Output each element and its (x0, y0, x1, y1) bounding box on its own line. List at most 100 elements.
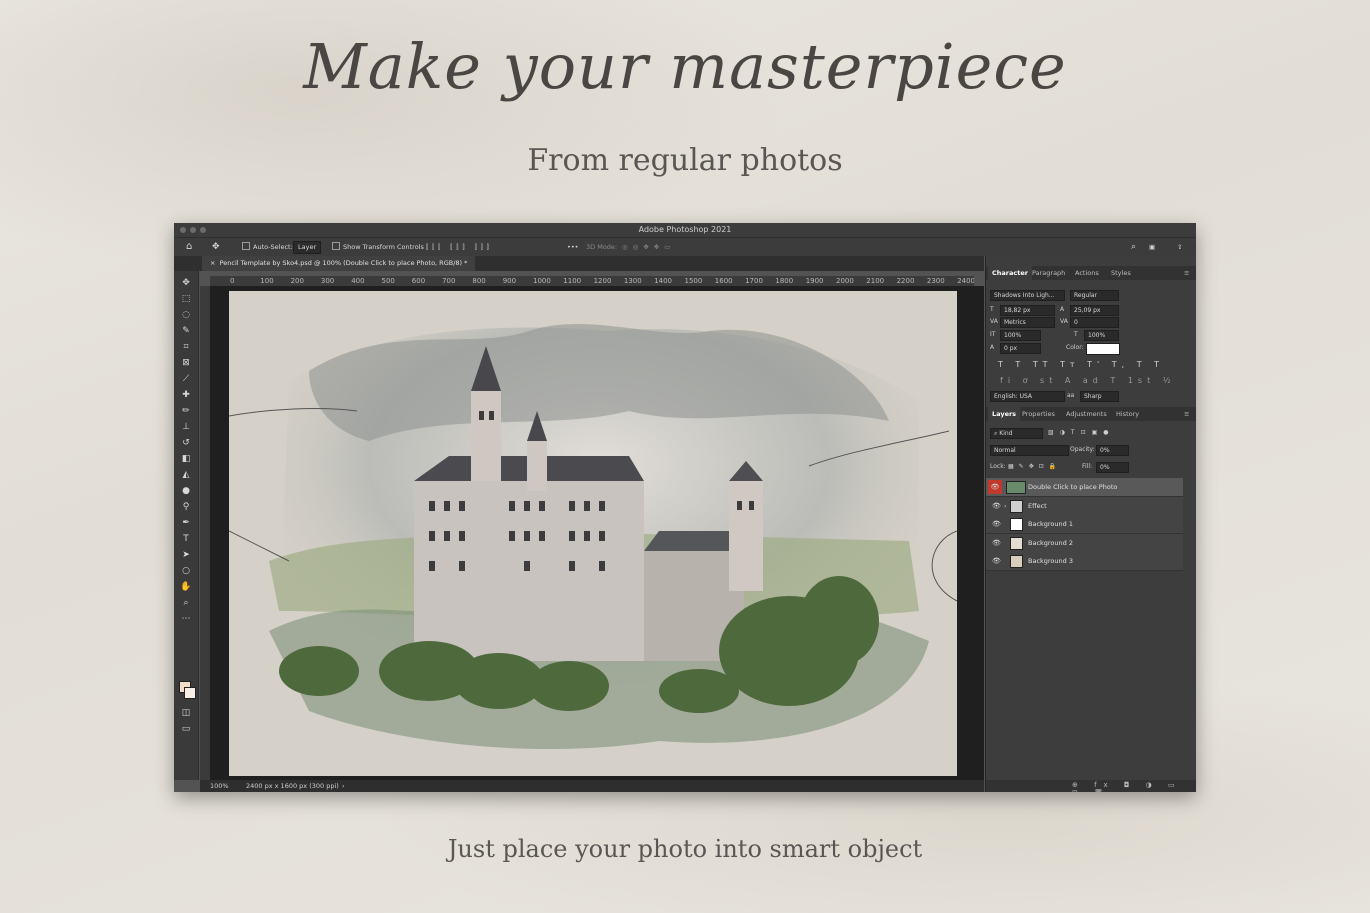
more-tools-icon[interactable]: ⋯ (179, 613, 193, 625)
zoom-level[interactable]: 100% (210, 780, 229, 792)
dodge-tool-icon[interactable]: ⚲ (179, 501, 193, 513)
eyedropper-tool-icon[interactable]: ⟋ (179, 373, 193, 385)
layer-action-icons[interactable]: ⊕ fx ◘ ◑ ▭ ⊞ 🗑 (1072, 781, 1196, 792)
auto-select-checkbox[interactable]: Auto-Select: (242, 238, 293, 256)
transform-controls-checkbox[interactable]: Show Transform Controls (332, 238, 424, 256)
layer-row[interactable]: 👁 Double Click to place Photo (986, 478, 1183, 497)
stamp-tool-icon[interactable]: ⊥ (179, 421, 193, 433)
opacity-field[interactable]: 0% (1096, 445, 1129, 456)
panel-menu-icon[interactable]: ≡ (1184, 266, 1189, 280)
layer-row[interactable]: 👁 › Effect (986, 496, 1183, 516)
3d-mode-icons[interactable]: ◎◎✥✥▭ (622, 238, 675, 256)
screen-mode-icon[interactable]: ▭ (179, 723, 193, 735)
opentype-buttons[interactable]: fi ơ st A ad T 1st ½ (1000, 376, 1176, 385)
search-icon[interactable]: ⌕ (1131, 238, 1136, 256)
document-canvas[interactable] (229, 291, 957, 776)
tab-properties[interactable]: Properties (1022, 407, 1055, 421)
vertical-scale-field[interactable]: 100% (1000, 330, 1041, 341)
eye-icon[interactable]: 👁 (992, 539, 1001, 547)
font-style-select[interactable]: Regular (1070, 290, 1119, 301)
tab-adjustments[interactable]: Adjustments (1066, 407, 1107, 421)
window-controls[interactable] (180, 227, 206, 233)
pen-tool-icon[interactable]: ✒ (179, 517, 193, 529)
chevron-right-icon[interactable]: › (342, 780, 345, 792)
layer-row[interactable]: 👁 Background 1 (986, 515, 1183, 534)
workspace-icon[interactable]: ▣ (1149, 238, 1155, 256)
ruler-tick-label: 1400 (654, 277, 673, 285)
leading-field[interactable]: 25,09 px (1070, 305, 1119, 316)
blend-mode-select[interactable]: Normal (990, 445, 1069, 456)
tab-paragraph[interactable]: Paragraph (1032, 266, 1065, 280)
window-title: Adobe Photoshop 2021 (638, 225, 732, 234)
horizontal-ruler: 0 100 200 300 400 500 600 700 800 900 1000 1100 1200… (210, 276, 974, 286)
document-info[interactable]: 2400 px x 1600 px (300 ppi) (246, 780, 339, 792)
layers-list: 👁 Double Click to place Photo 👁 › Effect 👁 Bac… (986, 478, 1196, 578)
close-dot[interactable] (180, 227, 186, 233)
document-tab[interactable]: × Pencil Template by Sko4.psd @ 100% (Do… (202, 256, 476, 271)
share-icon[interactable]: ⇪ (1177, 238, 1182, 256)
move-tool-icon[interactable]: ✥ (179, 277, 193, 289)
text-color-swatch[interactable] (1086, 343, 1120, 355)
layer-row[interactable]: 👁 Background 3 (986, 552, 1183, 571)
lock-icons[interactable]: ▦✎✥⊡🔒 (1008, 462, 1061, 471)
path-select-icon[interactable]: ➤ (179, 549, 193, 561)
panel-menu-icon[interactable]: ≡ (1184, 407, 1189, 421)
kerning-field[interactable]: Metrics (1000, 317, 1055, 328)
eye-icon[interactable]: 👁 (992, 520, 1001, 528)
more-options[interactable]: ••• (567, 238, 579, 256)
fill-label: Fill: (1082, 463, 1093, 470)
font-family-select[interactable]: Shadows Into Ligh... (990, 290, 1065, 301)
ruler-tick-label: 300 (320, 277, 335, 285)
font-size-field[interactable]: 18,82 px (1000, 305, 1055, 316)
zoom-dot[interactable] (200, 227, 206, 233)
antialias-icon: aa (1067, 392, 1075, 399)
crop-tool-icon[interactable]: ⌗ (179, 341, 193, 353)
tab-layers[interactable]: Layers (988, 407, 1021, 421)
minimize-dot[interactable] (190, 227, 196, 233)
tab-actions[interactable]: Actions (1075, 266, 1099, 280)
brush-tool-icon[interactable]: ✏ (179, 405, 193, 417)
antialias-select[interactable]: Sharp (1080, 391, 1119, 402)
shape-tool-icon[interactable]: ○ (179, 565, 193, 577)
layer-row[interactable]: 👁 Background 2 (986, 533, 1183, 553)
tracking-field[interactable]: 0 (1070, 317, 1119, 328)
folder-icon (1010, 499, 1023, 513)
marquee-tool-icon[interactable]: ⬚ (179, 293, 193, 305)
home-icon[interactable]: ⌂ (186, 238, 192, 256)
chevron-right-icon[interactable]: › (1004, 497, 1007, 515)
type-tool-icon[interactable]: T (179, 533, 193, 545)
history-brush-icon[interactable]: ↺ (179, 437, 193, 449)
healing-tool-icon[interactable]: ✚ (179, 389, 193, 401)
move-tool-icon[interactable]: ✥ (212, 238, 220, 256)
frame-tool-icon[interactable]: ⊠ (179, 357, 193, 369)
lasso-tool-icon[interactable]: ◌ (179, 309, 193, 321)
fill-field[interactable]: 0% (1096, 462, 1129, 473)
eye-icon[interactable]: 👁 (992, 502, 1001, 510)
baseline-shift-field[interactable]: 0 px (1000, 343, 1041, 354)
hand-tool-icon[interactable]: ✋ (179, 581, 193, 593)
layer-name: Background 2 (1028, 538, 1073, 547)
eye-icon[interactable]: 👁 (992, 557, 1001, 565)
layer-filter-icons[interactable]: ▨◑T⊡▣● (1048, 428, 1115, 437)
close-icon[interactable]: × (210, 259, 215, 267)
layer-filter-select[interactable]: ⌕ Kind (990, 428, 1043, 439)
horizontal-scale-icon: T (1074, 331, 1078, 338)
tab-styles[interactable]: Styles (1111, 266, 1131, 280)
quick-mask-icon[interactable]: ◫ (179, 707, 193, 719)
eye-icon[interactable]: 👁 (988, 480, 1002, 494)
quick-select-tool-icon[interactable]: ✎ (179, 325, 193, 337)
gradient-tool-icon[interactable]: ◭ (179, 469, 193, 481)
align-icons[interactable]: ⫿⫿⫿ ⫿⫿⫿ ⫿⫿⫿ (426, 238, 493, 256)
right-panels: Character Paragraph Actions Styles ≡ Sha… (985, 256, 1196, 792)
zoom-tool-icon[interactable]: ⌕ (179, 597, 193, 609)
type-style-buttons[interactable]: T T TT Tт T' T, T T (998, 360, 1164, 369)
blur-tool-icon[interactable]: ● (179, 485, 193, 497)
ruler-tick-label: 1200 (593, 277, 612, 285)
tab-character[interactable]: Character (988, 266, 1032, 280)
auto-select-dropdown[interactable]: Layer (293, 238, 322, 256)
background-color-swatch[interactable] (184, 687, 196, 699)
tab-history[interactable]: History (1116, 407, 1139, 421)
horizontal-scale-field[interactable]: 100% (1084, 330, 1119, 341)
language-select[interactable]: English: USA (990, 391, 1065, 402)
eraser-tool-icon[interactable]: ◧ (179, 453, 193, 465)
